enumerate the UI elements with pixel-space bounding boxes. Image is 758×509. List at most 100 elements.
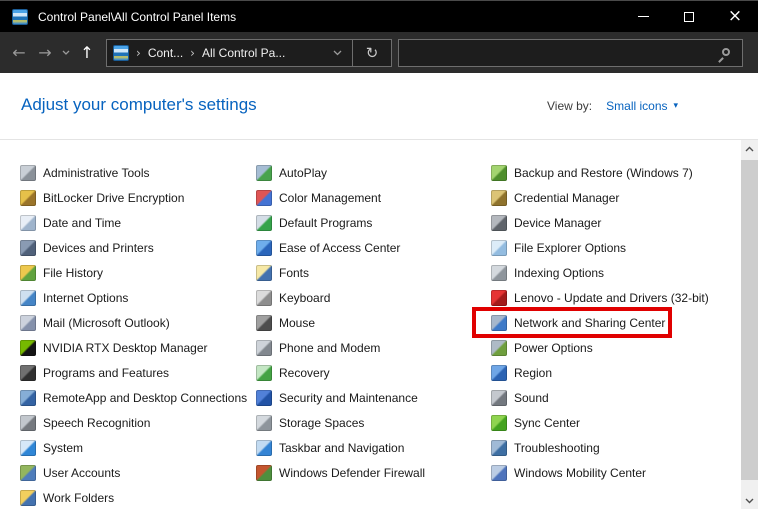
scrollbar-thumb[interactable]	[741, 160, 758, 480]
storage-stack-icon	[256, 414, 272, 431]
control-panel-item-phone-and-modem[interactable]: Phone and Modem	[256, 335, 380, 360]
forward-button[interactable]: →	[32, 38, 58, 68]
search-box[interactable]	[398, 38, 743, 67]
control-panel-item-recovery[interactable]: Recovery	[256, 360, 330, 385]
microphone-icon	[20, 414, 36, 431]
control-panel-item-region[interactable]: Region	[491, 360, 552, 385]
control-panel-item-work-folders[interactable]: Work Folders	[20, 485, 114, 509]
back-arrow-icon: ←	[12, 43, 26, 62]
refresh-button[interactable]: ↻	[353, 40, 391, 66]
control-panel-item-system[interactable]: System	[20, 435, 83, 460]
item-label: Speech Recognition	[43, 415, 151, 430]
work-folders-icon	[20, 489, 36, 506]
items-column: Backup and Restore (Windows 7) Credential…	[471, 160, 739, 485]
control-panel-item-mouse[interactable]: Mouse	[256, 310, 315, 335]
date-time-clock-icon	[20, 214, 36, 231]
control-panel-item-autoplay[interactable]: AutoPlay	[256, 160, 327, 185]
item-label: Lenovo - Update and Drivers (32-bit)	[514, 290, 709, 305]
control-panel-item-credential-manager[interactable]: Credential Manager	[491, 185, 619, 210]
items-column: Administrative Tools BitLocker Drive Encr…	[20, 160, 256, 509]
view-by-dropdown[interactable]: Small icons	[606, 99, 667, 113]
minimize-button[interactable]	[620, 1, 666, 33]
control-panel-item-sound[interactable]: Sound	[491, 385, 549, 410]
item-label: Credential Manager	[514, 190, 620, 205]
control-panel-item-storage-spaces[interactable]: Storage Spaces	[256, 410, 364, 435]
ease-of-access-icon	[256, 239, 272, 256]
device-manager-icon	[491, 214, 507, 231]
control-panel-item-sync-center[interactable]: Sync Center	[491, 410, 580, 435]
control-panel-item-lenovo-update-and-drivers-32-bit[interactable]: Lenovo - Update and Drivers (32-bit)	[491, 285, 709, 310]
control-panel-item-file-history[interactable]: File History	[20, 260, 103, 285]
troubleshooting-icon	[491, 439, 507, 456]
back-button[interactable]: ←	[6, 38, 32, 68]
control-panel-item-default-programs[interactable]: Default Programs	[256, 210, 372, 235]
control-panel-item-power-options[interactable]: Power Options	[491, 335, 593, 360]
control-panel-item-indexing-options[interactable]: Indexing Options	[491, 260, 604, 285]
breadcrumb-all-control-panel-items[interactable]: All Control Pa...	[202, 46, 285, 60]
control-panel-item-ease-of-access-center[interactable]: Ease of Access Center	[256, 235, 400, 260]
control-panel-item-nvidia-rtx-desktop-manager[interactable]: NVIDIA RTX Desktop Manager	[20, 335, 208, 360]
up-button[interactable]: ↑	[74, 38, 100, 68]
item-label: Keyboard	[279, 290, 331, 305]
breadcrumb-separator-icon: ›	[190, 45, 195, 60]
refresh-icon: ↻	[365, 43, 379, 62]
control-panel-item-remoteapp-and-desktop-connections[interactable]: RemoteApp and Desktop Connections	[20, 385, 247, 410]
control-panel-item-internet-options[interactable]: Internet Options	[20, 285, 128, 310]
recent-locations-button[interactable]	[58, 38, 74, 68]
chevron-down-icon	[333, 50, 342, 55]
item-label: Mouse	[279, 315, 316, 330]
lenovo-update-icon	[491, 289, 507, 306]
search-input[interactable]	[399, 39, 742, 66]
close-button[interactable]: ×	[712, 1, 758, 33]
control-panel-item-windows-defender-firewall[interactable]: Windows Defender Firewall	[256, 460, 425, 485]
item-label: User Accounts	[43, 465, 121, 480]
control-panel-item-device-manager[interactable]: Device Manager	[491, 210, 601, 235]
control-panel-item-keyboard[interactable]: Keyboard	[256, 285, 330, 310]
address-bar[interactable]: › Cont... › All Control Pa... ↻	[106, 38, 392, 67]
item-label: Programs and Features	[43, 365, 170, 380]
maximize-button[interactable]	[666, 1, 712, 33]
title-bar: Control Panel\All Control Panel Items ×	[0, 0, 758, 32]
item-label: RemoteApp and Desktop Connections	[43, 390, 248, 405]
control-panel-item-file-explorer-options[interactable]: File Explorer Options	[491, 235, 626, 260]
breadcrumb-separator-icon: ›	[136, 45, 141, 60]
bitlocker-lock-icon	[20, 189, 36, 206]
item-label: Taskbar and Navigation	[279, 440, 405, 455]
vertical-scrollbar[interactable]	[741, 140, 758, 509]
control-panel-item-date-and-time[interactable]: Date and Time	[20, 210, 121, 235]
item-label: Power Options	[514, 340, 593, 355]
network-sharing-icon	[491, 314, 507, 331]
control-panel-item-color-management[interactable]: Color Management	[256, 185, 381, 210]
scroll-down-button[interactable]	[741, 492, 758, 509]
scroll-up-button[interactable]	[741, 140, 758, 157]
item-label: Region	[514, 365, 553, 380]
control-panel-item-bitlocker-drive-encryption[interactable]: BitLocker Drive Encryption	[20, 185, 184, 210]
control-panel-item-programs-and-features[interactable]: Programs and Features	[20, 360, 169, 385]
control-panel-item-security-and-maintenance[interactable]: Security and Maintenance	[256, 385, 418, 410]
forward-arrow-icon: →	[38, 43, 52, 62]
item-label: Storage Spaces	[279, 415, 365, 430]
page-title: Adjust your computer's settings	[21, 95, 257, 114]
breadcrumb-control-panel[interactable]: Cont...	[148, 46, 183, 60]
control-panel-item-troubleshooting[interactable]: Troubleshooting	[491, 435, 600, 460]
admin-tools-icon	[20, 164, 36, 181]
header-divider	[0, 139, 758, 140]
control-panel-item-administrative-tools[interactable]: Administrative Tools	[20, 160, 150, 185]
control-panel-item-user-accounts[interactable]: User Accounts	[20, 460, 120, 485]
remoteapp-icon	[20, 389, 36, 406]
control-panel-item-taskbar-and-navigation[interactable]: Taskbar and Navigation	[256, 435, 404, 460]
item-label: Internet Options	[43, 290, 129, 305]
control-panel-item-mail-microsoft-outlook[interactable]: Mail (Microsoft Outlook)	[20, 310, 170, 335]
control-panel-item-speech-recognition[interactable]: Speech Recognition	[20, 410, 150, 435]
item-label: Fonts	[279, 265, 310, 280]
control-panel-item-network-and-sharing-center[interactable]: Network and Sharing Center	[471, 307, 673, 338]
control-panel-item-windows-mobility-center[interactable]: Windows Mobility Center	[491, 460, 646, 485]
control-panel-item-devices-and-printers[interactable]: Devices and Printers	[20, 235, 154, 260]
control-panel-item-fonts[interactable]: Fonts	[256, 260, 309, 285]
mail-icon	[20, 314, 36, 331]
keyboard-icon	[256, 289, 272, 306]
control-panel-item-backup-and-restore-windows-7[interactable]: Backup and Restore (Windows 7)	[491, 160, 693, 185]
search-icon	[722, 47, 730, 56]
address-dropdown-button[interactable]	[323, 50, 352, 56]
autoplay-icon	[256, 164, 272, 181]
